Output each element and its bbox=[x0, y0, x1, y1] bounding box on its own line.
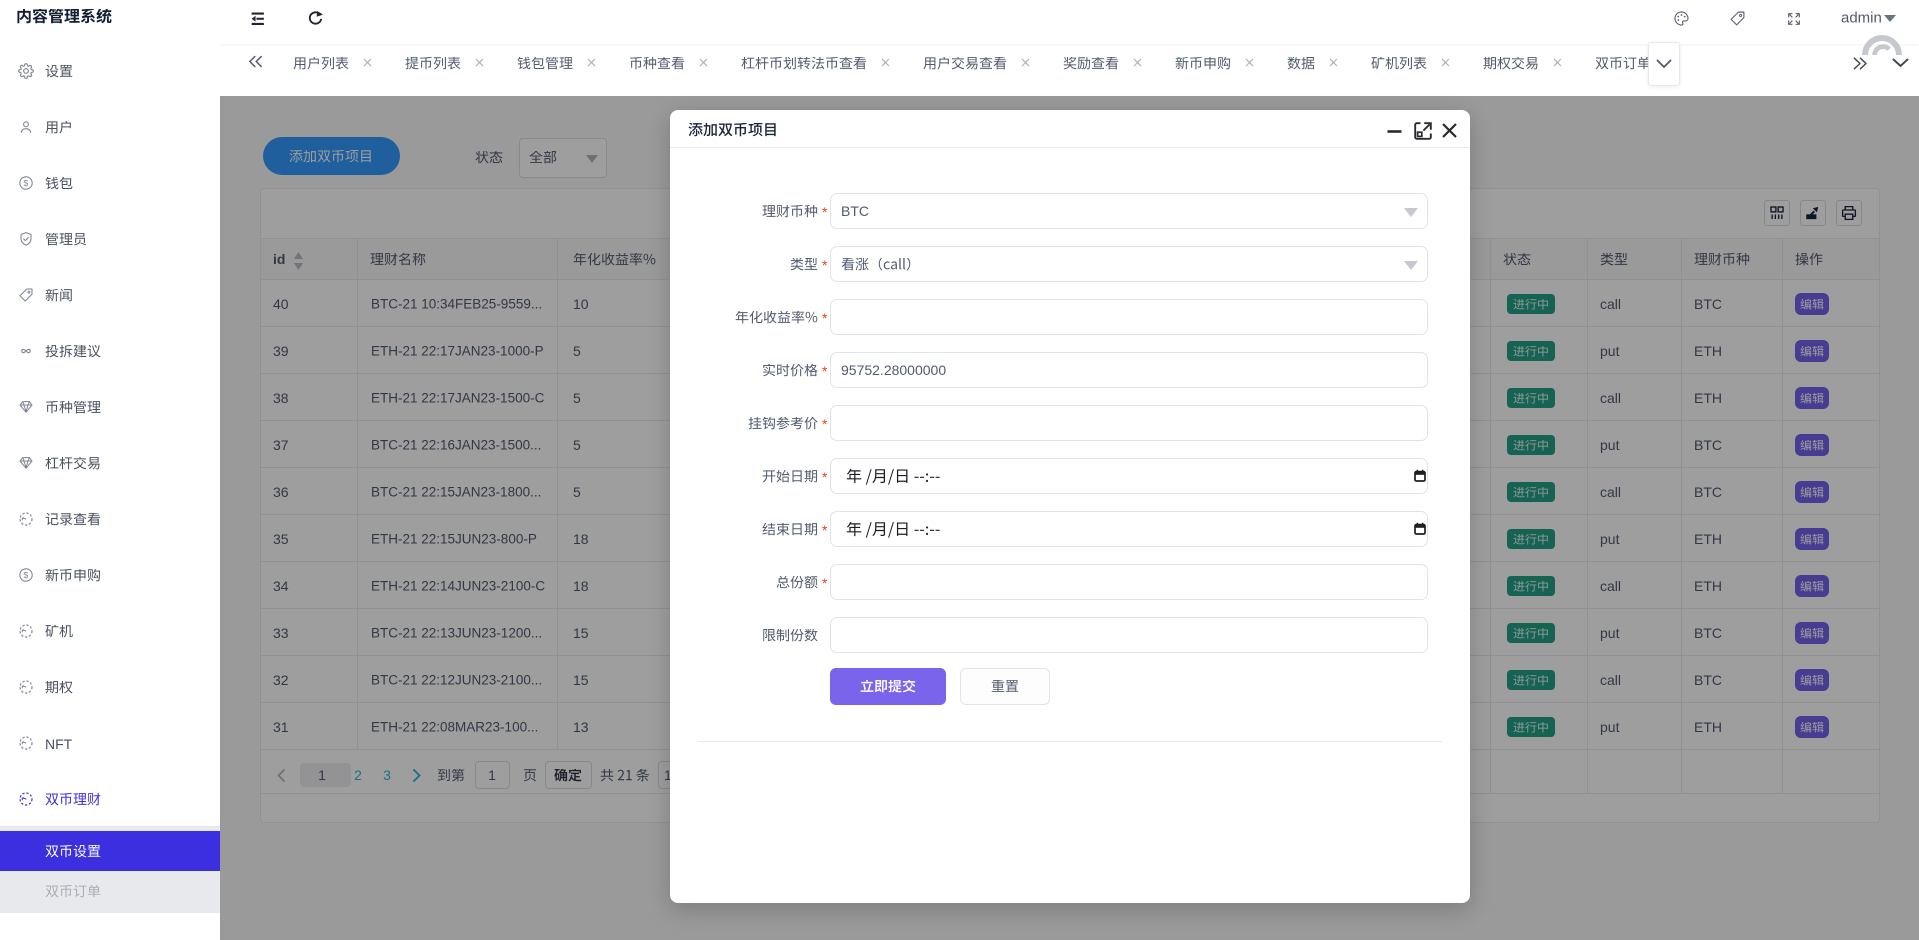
svg-text:$: $ bbox=[24, 570, 29, 580]
svg-text:$: $ bbox=[24, 178, 29, 188]
